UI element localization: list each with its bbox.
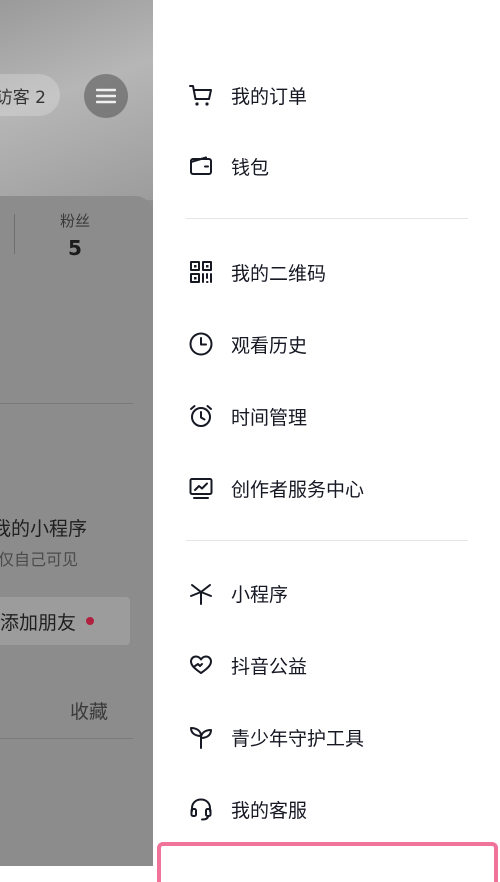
mini-program-title[interactable]: 我的小程序 (0, 514, 87, 541)
menu-item-label: 钱包 (231, 156, 270, 179)
mini-program-icon (186, 578, 216, 608)
sprout-icon (186, 722, 216, 752)
menu-item-label: 抖音公益 (231, 655, 308, 678)
wallet-icon (186, 151, 216, 181)
menu-item-label: 创作者服务中心 (231, 478, 365, 501)
menu-item-orders[interactable]: 我的订单 (186, 75, 307, 115)
notification-dot (86, 617, 95, 625)
menu-item-label: 我的二维码 (231, 262, 327, 285)
fans-count[interactable]: 5 (40, 236, 110, 260)
highlight-box (157, 842, 498, 882)
mini-program-subtitle: 仅自己可见 (0, 550, 79, 569)
menu-item-label: 小程序 (231, 583, 289, 606)
qr-code-icon (186, 257, 216, 287)
divider (0, 403, 133, 404)
menu-item-wallet[interactable]: 钱包 (186, 146, 269, 186)
stat-divider (14, 214, 15, 254)
menu-item-label: 时间管理 (231, 406, 308, 429)
hamburger-icon (96, 88, 116, 104)
charity-heart-icon (186, 650, 216, 680)
visitor-button[interactable]: 访客 2 (0, 74, 60, 116)
headset-icon (186, 794, 216, 824)
menu-item-qr-code[interactable]: 我的二维码 (186, 252, 326, 292)
menu-separator (186, 540, 468, 541)
add-friend-label: 添加朋友 (0, 611, 77, 634)
tab-collect[interactable]: 收藏 (70, 697, 108, 724)
clock-icon (186, 329, 216, 359)
menu-item-watch-history[interactable]: 观看历史 (186, 324, 307, 364)
menu-item-label: 观看历史 (231, 334, 308, 357)
fans-label: 粉丝 (59, 212, 90, 230)
chart-monitor-icon (186, 473, 216, 503)
alarm-icon (186, 401, 216, 431)
menu-item-label: 我的客服 (231, 799, 308, 822)
menu-item-creator-center[interactable]: 创作者服务中心 (186, 468, 364, 508)
menu-item-time-management[interactable]: 时间管理 (186, 396, 307, 436)
menu-button[interactable] (84, 74, 128, 118)
add-friend-button[interactable]: 添加朋友 (0, 597, 130, 645)
menu-item-customer-service[interactable]: 我的客服 (186, 789, 307, 829)
menu-item-charity[interactable]: 抖音公益 (186, 645, 307, 685)
menu-separator (186, 218, 468, 219)
menu-item-label: 青少年守护工具 (231, 727, 365, 750)
side-drawer: 我的订单 钱包 我的二维码 观看历史 时间管理 创作者服务中心 小程序 抖音公益… (153, 0, 500, 866)
divider (0, 738, 133, 739)
profile-background: 访客 2 粉丝 5 我的小程序 仅自己可见 添加朋友 收藏 (0, 0, 153, 866)
menu-item-mini-programs[interactable]: 小程序 (186, 573, 288, 613)
menu-item-label: 我的订单 (231, 85, 308, 108)
cart-icon (186, 80, 216, 110)
visitor-label: 访客 2 (0, 87, 46, 108)
menu-item-youth-protection[interactable]: 青少年守护工具 (186, 717, 364, 757)
